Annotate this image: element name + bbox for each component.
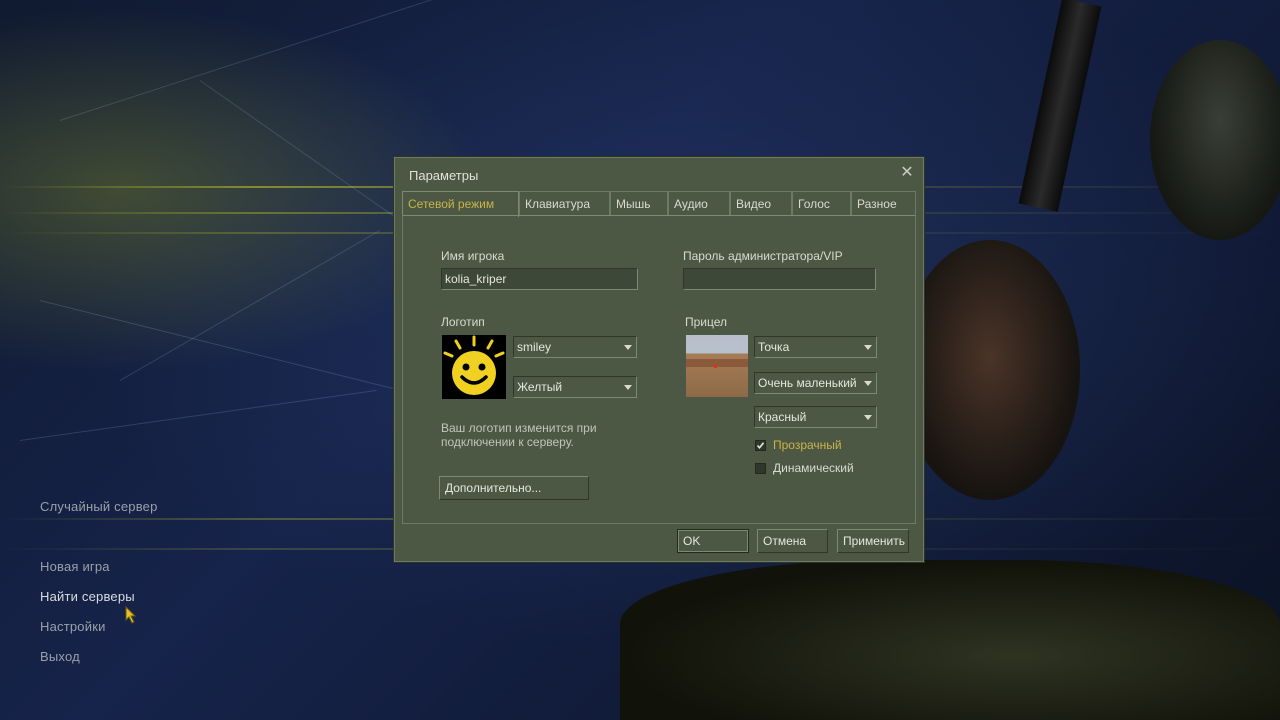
dialog-title: Параметры (409, 168, 479, 183)
tab-multiplayer[interactable]: Сетевой режим (402, 191, 519, 217)
advanced-button[interactable]: Дополнительно... (439, 476, 589, 500)
crosshair-size-value: Очень маленький (758, 376, 857, 390)
chevron-down-icon (624, 385, 632, 390)
crosshair-label: Прицел (685, 315, 728, 329)
logo-label: Логотип (441, 315, 485, 329)
chevron-down-icon (624, 345, 632, 350)
smiley-icon (443, 335, 505, 395)
chevron-down-icon (864, 415, 872, 420)
chevron-down-icon (864, 381, 872, 386)
logo-preview (442, 335, 506, 399)
logo-select-value: smiley (517, 340, 552, 354)
mouse-cursor-icon (125, 606, 137, 624)
player-name-label: Имя игрока (441, 249, 505, 263)
dynamic-label[interactable]: Динамический (773, 461, 854, 475)
player-name-input[interactable]: kolia_kriper (441, 268, 638, 290)
menu-item-random-server[interactable]: Случайный сервер (40, 499, 158, 514)
admin-password-label: Пароль администратора/VIP (683, 249, 843, 263)
checkmark-icon (756, 442, 765, 450)
transparent-label[interactable]: Прозрачный (773, 438, 842, 452)
menu-item-new-game[interactable]: Новая игра (40, 559, 110, 574)
tab-video[interactable]: Видео (730, 191, 792, 215)
dynamic-checkbox[interactable] (755, 463, 766, 474)
logo-select[interactable]: smiley (513, 336, 637, 358)
crosshair-preview (686, 335, 748, 397)
menu-item-exit[interactable]: Выход (40, 649, 80, 664)
chevron-down-icon (864, 345, 872, 350)
tab-voice[interactable]: Голос (792, 191, 851, 215)
apply-button[interactable]: Применить (837, 529, 909, 553)
crosshair-color-select[interactable]: Красный (754, 406, 877, 428)
tab-audio[interactable]: Аудио (668, 191, 730, 215)
logo-color-select[interactable]: Желтый (513, 376, 637, 398)
crosshair-type-value: Точка (758, 340, 790, 354)
crosshair-type-select[interactable]: Точка (754, 336, 877, 358)
transparent-checkbox[interactable] (755, 440, 766, 451)
options-dialog: Параметры ✕ Сетевой режим Клавиатура Мыш… (394, 157, 924, 562)
close-icon[interactable]: ✕ (899, 165, 915, 181)
menu-item-find-servers[interactable]: Найти серверы (40, 589, 135, 604)
crosshair-size-select[interactable]: Очень маленький (754, 372, 877, 394)
menu-item-settings[interactable]: Настройки (40, 619, 106, 634)
crosshair-color-value: Красный (758, 410, 807, 424)
cancel-button[interactable]: Отмена (757, 529, 828, 553)
tab-misc[interactable]: Разное (851, 191, 916, 215)
ok-button[interactable]: OK (677, 529, 749, 553)
logo-color-select-value: Желтый (517, 380, 563, 394)
tab-mouse[interactable]: Мышь (610, 191, 668, 215)
tab-keyboard[interactable]: Клавиатура (519, 191, 610, 215)
logo-note: Ваш логотип изменится при подключении к … (441, 421, 597, 449)
admin-password-input[interactable] (683, 268, 876, 290)
